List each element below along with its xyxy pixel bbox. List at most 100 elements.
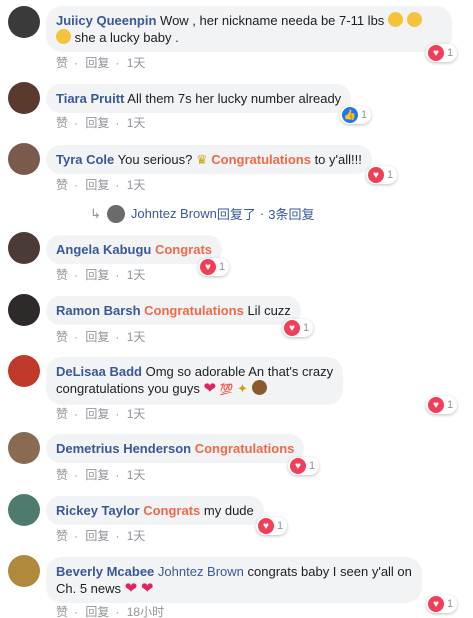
timestamp[interactable]: 1天: [127, 529, 146, 543]
comment-actions: 赞 · 回复 · 1天: [56, 529, 146, 543]
avatar[interactable]: [8, 355, 40, 387]
reaction-count: 1: [303, 322, 310, 334]
timestamp[interactable]: 1天: [127, 56, 146, 70]
avatar[interactable]: [8, 82, 40, 114]
mention-link[interactable]: Johntez Brown: [158, 564, 244, 579]
reply-thread-link[interactable]: ↳ Johntez Brown 回复了 · 3条回复: [90, 204, 315, 223]
comment-bubble: Tiara Pruitt All them 7s her lucky numbe…: [46, 84, 352, 113]
reply-link[interactable]: 回复: [85, 178, 109, 192]
timestamp[interactable]: 1天: [127, 178, 146, 192]
reaction-count: 1: [447, 598, 454, 610]
reaction-badge[interactable]: ♥ 1: [288, 457, 320, 475]
monkey-emoji-icon: [251, 380, 267, 395]
smile-emoji-icon: [56, 29, 71, 44]
commenter-name[interactable]: Ramon Barsh: [56, 303, 141, 318]
comment-actions: 赞 · 回复 · 1天: [56, 468, 146, 482]
like-link[interactable]: 赞: [56, 116, 68, 130]
reaction-count: 1: [219, 261, 226, 273]
reply-link[interactable]: 回复: [85, 56, 109, 70]
reply-link[interactable]: 回复: [85, 468, 109, 482]
reaction-badge[interactable]: ♥ 1: [366, 166, 398, 184]
love-icon: ♥: [368, 167, 384, 183]
love-icon: ♥: [428, 397, 444, 413]
reaction-badge[interactable]: ♥ 1: [426, 396, 458, 414]
reply-link[interactable]: 回复: [85, 529, 109, 543]
comment-bubble: DeLisaa Badd Omg so adorable An that's c…: [46, 357, 344, 405]
reaction-badge[interactable]: ♥ 1: [426, 44, 458, 62]
crown-emoji-icon: ♛: [195, 152, 208, 167]
timestamp[interactable]: 1天: [127, 116, 146, 130]
avatar: [106, 204, 125, 223]
reply-arrow-icon: ↳: [90, 205, 101, 221]
reaction-count: 1: [277, 520, 284, 532]
like-link[interactable]: 赞: [56, 468, 68, 482]
congrats-highlight: Congratulations: [194, 441, 295, 456]
comment-bubble: Ramon Barsh Congratulations Lil cuzz: [46, 296, 301, 325]
reaction-count: 1: [387, 169, 394, 181]
reply-link[interactable]: 回复: [85, 605, 109, 618]
reaction-badge[interactable]: ♥ 1: [256, 517, 288, 535]
comment-bubble: Angela Kabugu Congrats: [46, 235, 223, 264]
reaction-badge[interactable]: ♥ 1: [198, 258, 230, 276]
reaction-badge[interactable]: ♥ 1: [282, 319, 314, 337]
party-emoji-icon: ✦: [236, 381, 248, 396]
commenter-name[interactable]: Tyra Cole: [56, 152, 114, 167]
commenter-name[interactable]: Angela Kabugu: [56, 242, 151, 257]
comment-actions: 赞 · 回复 · 18小时: [56, 605, 165, 618]
comment-actions: 赞 · 回复 · 1天: [56, 407, 146, 421]
separator: ·: [259, 206, 265, 221]
comment-text: All them 7s her lucky number already: [127, 91, 342, 106]
avatar[interactable]: [8, 494, 40, 526]
commenter-name[interactable]: Tiara Pruitt: [56, 91, 124, 106]
reply-count: 3条回复: [268, 207, 315, 222]
reply-link[interactable]: 回复: [85, 268, 109, 282]
reply-link[interactable]: 回复: [85, 116, 109, 130]
like-link[interactable]: 赞: [56, 268, 68, 282]
heart-emoji-icon: ❤: [124, 580, 138, 597]
reaction-badge[interactable]: 👍 1: [340, 106, 372, 124]
reply-link[interactable]: 回复: [85, 407, 109, 421]
congrats-highlight: Congratulations: [144, 303, 244, 318]
timestamp[interactable]: 18小时: [127, 605, 164, 618]
comment-bubble: Tyra Cole You serious? ♛ Congratulations…: [46, 145, 372, 174]
comment-text-line2: congratulations you guys: [56, 381, 200, 396]
timestamp[interactable]: 1天: [127, 268, 146, 282]
like-link[interactable]: 赞: [56, 178, 68, 192]
commenter-name[interactable]: Rickey Taylor: [56, 503, 140, 518]
thumbs-up-icon: 👍: [342, 107, 358, 123]
congrats-highlight: Congrats: [154, 242, 213, 257]
like-link[interactable]: 赞: [56, 605, 68, 618]
reaction-badge[interactable]: ♥ 1: [426, 595, 458, 613]
comment-actions: 赞 · 回复 · 1天: [56, 178, 146, 192]
love-icon: ♥: [428, 45, 444, 61]
like-link[interactable]: 赞: [56, 529, 68, 543]
avatar[interactable]: [8, 232, 40, 264]
timestamp[interactable]: 1天: [127, 468, 146, 482]
love-icon: ♥: [428, 596, 444, 612]
avatar[interactable]: [8, 555, 40, 587]
reply-label: 回复了: [216, 207, 256, 222]
like-link[interactable]: 赞: [56, 330, 68, 344]
timestamp[interactable]: 1天: [127, 330, 146, 344]
rofl-emoji-icon: [387, 12, 403, 27]
avatar[interactable]: [8, 432, 40, 464]
avatar[interactable]: [8, 6, 40, 38]
commenter-name[interactable]: Demetrius Henderson: [56, 441, 191, 456]
comment-actions: 赞 · 回复 · 1天: [56, 116, 146, 130]
comment-actions: 赞 · 回复 · 1天: [56, 56, 146, 70]
reply-author: Johntez Brown: [130, 206, 217, 221]
comment-text: You serious?: [117, 152, 193, 167]
timestamp[interactable]: 1天: [127, 407, 146, 421]
comment-text: congrats baby I seen y'all on: [247, 564, 412, 579]
avatar[interactable]: [8, 294, 40, 326]
commenter-name[interactable]: Beverly Mcabee: [56, 564, 154, 579]
commenter-name[interactable]: DeLisaa Badd: [56, 364, 142, 379]
reply-link[interactable]: 回复: [85, 330, 109, 344]
congrats-highlight: Congratulations: [211, 152, 311, 167]
like-link[interactable]: 赞: [56, 407, 68, 421]
avatar[interactable]: [8, 143, 40, 175]
commenter-name[interactable]: Juiicy Queenpin: [56, 13, 156, 28]
like-link[interactable]: 赞: [56, 56, 68, 70]
comment-text: Omg so adorable An that's crazy: [145, 364, 334, 379]
reaction-count: 1: [361, 109, 368, 121]
